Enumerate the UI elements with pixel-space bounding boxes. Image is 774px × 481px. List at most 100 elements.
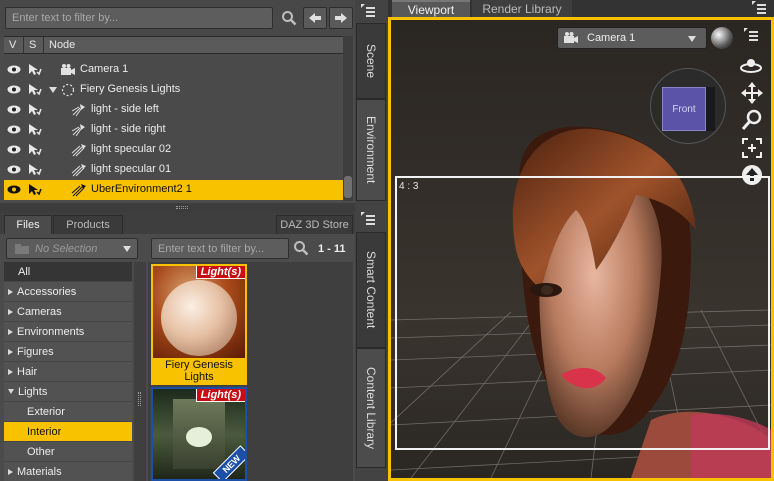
distant-light-icon bbox=[71, 144, 86, 157]
node-label: light specular 01 bbox=[91, 163, 172, 175]
tab-products[interactable]: Products bbox=[53, 215, 123, 234]
eye-icon[interactable] bbox=[7, 105, 21, 114]
tab-render-library[interactable]: Render Library bbox=[472, 0, 572, 17]
category-all[interactable]: All bbox=[4, 262, 132, 282]
category-splitter[interactable] bbox=[134, 262, 146, 481]
selectable-cursor-icon[interactable] bbox=[28, 83, 42, 96]
item-thumbnail bbox=[153, 266, 245, 358]
tab-smart-content[interactable]: Smart Content bbox=[356, 232, 386, 348]
tab-content-library[interactable]: Content Library bbox=[356, 348, 386, 468]
pane-menu-icon[interactable] bbox=[752, 1, 766, 15]
aspect-label: 4 : 3 bbox=[399, 181, 419, 192]
scene-node-row-selected[interactable]: UberEnvironment2 1 bbox=[4, 180, 344, 200]
viewport-menu-icon[interactable] bbox=[743, 28, 759, 42]
forward-arrow-icon[interactable] bbox=[329, 7, 353, 29]
scene-node-list: Camera 1 Fiery Genesis Lights light - si… bbox=[4, 56, 344, 200]
tab-files[interactable]: Files bbox=[4, 215, 52, 234]
zoom-icon[interactable] bbox=[741, 109, 763, 131]
content-item-interior-light[interactable]: Light(s) NEW bbox=[151, 387, 247, 481]
node-label: UberEnvironment2 1 bbox=[91, 183, 192, 195]
expand-arrow-icon bbox=[8, 328, 13, 335]
folder-icon bbox=[15, 244, 29, 254]
scene-node-row[interactable]: Fiery Genesis Lights bbox=[4, 80, 344, 100]
side-tab-strip: Scene Environment Smart Content Content … bbox=[355, 0, 388, 481]
search-icon[interactable] bbox=[277, 7, 301, 29]
orbit-icon[interactable] bbox=[739, 57, 763, 75]
pane-splitter[interactable] bbox=[0, 203, 355, 212]
node-label: light - side right bbox=[91, 123, 166, 135]
category-hair[interactable]: Hair bbox=[4, 362, 132, 382]
camera-selector[interactable]: Camera 1 bbox=[557, 27, 707, 49]
category-other[interactable]: Other bbox=[4, 442, 132, 462]
frame-icon[interactable] bbox=[741, 137, 763, 159]
result-range: 1 - 11 bbox=[318, 243, 346, 255]
scene-filter-bar: Enter text to filter by... bbox=[0, 0, 355, 36]
eye-icon[interactable] bbox=[7, 165, 21, 174]
node-label: Camera 1 bbox=[80, 63, 129, 75]
scene-node-row[interactable]: Camera 1 bbox=[4, 60, 344, 80]
distant-light-icon bbox=[71, 184, 86, 197]
content-tab-bar: Files Products DAZ 3D Store bbox=[0, 212, 355, 234]
column-visible[interactable]: V bbox=[4, 37, 24, 53]
node-label: Fiery Genesis Lights bbox=[80, 83, 181, 95]
back-arrow-icon[interactable] bbox=[303, 7, 327, 29]
camera-icon bbox=[61, 64, 75, 75]
category-environments[interactable]: Environments bbox=[4, 322, 132, 342]
expand-arrow-icon bbox=[8, 288, 13, 295]
scene-node-row[interactable]: light - side left bbox=[4, 100, 344, 120]
category-lights[interactable]: Lights bbox=[4, 382, 132, 402]
chevron-down-icon bbox=[123, 246, 131, 252]
selection-dropdown[interactable]: No Selection bbox=[6, 238, 138, 259]
content-filter-input[interactable]: Enter text to filter by... bbox=[151, 238, 289, 259]
expand-arrow-icon bbox=[8, 348, 13, 355]
tab-scene[interactable]: Scene bbox=[356, 23, 386, 99]
column-node[interactable]: Node bbox=[44, 37, 344, 53]
scene-scroll-thumb[interactable] bbox=[344, 176, 352, 198]
tab-environment[interactable]: Environment bbox=[356, 99, 386, 201]
item-title: Fiery Genesis Lights bbox=[165, 359, 233, 383]
eye-icon[interactable] bbox=[7, 125, 21, 134]
group-icon bbox=[61, 83, 75, 97]
category-exterior[interactable]: Exterior bbox=[4, 402, 132, 422]
scene-node-row[interactable]: light - side right bbox=[4, 120, 344, 140]
scene-filter-input[interactable]: Enter text to filter by... bbox=[5, 7, 273, 29]
category-cameras[interactable]: Cameras bbox=[4, 302, 132, 322]
scene-node-row[interactable]: light specular 02 bbox=[4, 140, 344, 160]
pane-menu-icon[interactable] bbox=[361, 4, 375, 18]
draw-style-sphere-icon[interactable] bbox=[711, 27, 733, 49]
eye-icon[interactable] bbox=[7, 185, 21, 194]
column-selectable[interactable]: S bbox=[24, 37, 44, 53]
selectable-cursor-icon[interactable] bbox=[28, 143, 42, 156]
eye-icon[interactable] bbox=[7, 65, 21, 74]
pane-menu-icon[interactable] bbox=[361, 212, 375, 226]
node-label: light specular 02 bbox=[91, 143, 172, 155]
scene-column-header: V S Node bbox=[4, 36, 344, 54]
lights-badge: Light(s) bbox=[195, 389, 245, 402]
content-item-fiery-genesis[interactable]: Light(s) Fiery Genesis Lights bbox=[151, 264, 247, 385]
view-cube-face[interactable]: Front bbox=[662, 87, 706, 131]
selectable-cursor-icon[interactable] bbox=[28, 163, 42, 176]
eye-icon[interactable] bbox=[7, 85, 21, 94]
tab-viewport[interactable]: Viewport bbox=[392, 0, 470, 17]
category-interior[interactable]: Interior bbox=[4, 422, 132, 442]
lights-badge: Light(s) bbox=[195, 266, 245, 279]
expand-arrow-icon[interactable] bbox=[49, 87, 57, 93]
expand-arrow-icon bbox=[8, 368, 13, 375]
search-icon[interactable] bbox=[293, 240, 309, 259]
daz-store-tab[interactable]: DAZ 3D Store bbox=[276, 215, 353, 234]
category-figures[interactable]: Figures bbox=[4, 342, 132, 362]
selectable-cursor-icon[interactable] bbox=[28, 123, 42, 136]
spotlight-icon bbox=[71, 124, 85, 137]
selectable-cursor-icon[interactable] bbox=[28, 103, 42, 116]
category-materials[interactable]: Materials bbox=[4, 462, 132, 481]
selectable-cursor-icon[interactable] bbox=[28, 183, 42, 196]
viewport-tab-bar: Viewport Render Library bbox=[388, 0, 774, 17]
selectable-cursor-icon[interactable] bbox=[28, 63, 42, 76]
camera-name: Camera 1 bbox=[587, 32, 636, 44]
node-label: light - side left bbox=[91, 103, 159, 115]
scene-node-row[interactable]: light specular 01 bbox=[4, 160, 344, 180]
eye-icon[interactable] bbox=[7, 145, 21, 154]
category-accessories[interactable]: Accessories bbox=[4, 282, 132, 302]
pan-icon[interactable] bbox=[741, 82, 763, 104]
view-cube[interactable]: Front bbox=[650, 68, 726, 144]
